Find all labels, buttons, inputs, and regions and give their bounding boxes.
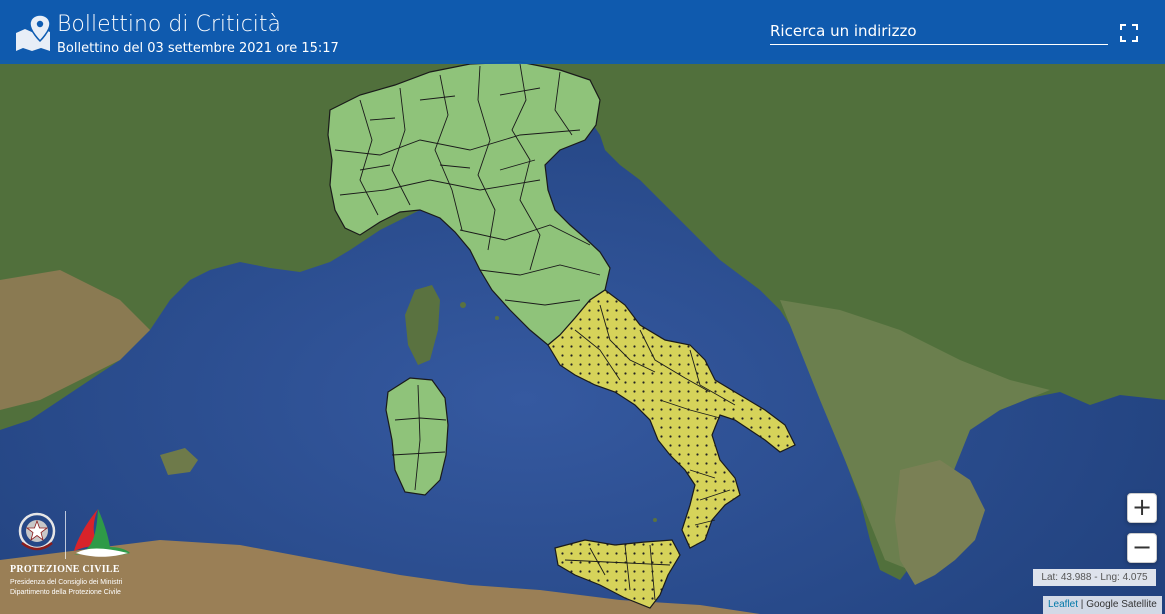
- coordinates-readout: Lat: 43.988 - Lng: 4.075: [1033, 569, 1156, 586]
- protezione-civile-mark-icon: [74, 509, 130, 557]
- page-title: Bollettino di Criticità: [57, 12, 282, 37]
- org-line-2: Dipartimento della Protezione Civile: [10, 589, 121, 596]
- logo-divider: [65, 511, 66, 559]
- org-name: PROTEZIONE CIVILE: [10, 564, 120, 575]
- attribution-separator: |: [1078, 599, 1087, 610]
- map-attribution: Leaflet | Google Satellite: [1043, 596, 1162, 614]
- island: [653, 518, 657, 522]
- zoom-in-button[interactable]: +: [1127, 493, 1157, 523]
- bulletin-date: Bollettino del 03 settembre 2021 ore 15:…: [57, 41, 339, 56]
- island: [495, 316, 499, 320]
- address-search-input[interactable]: [770, 18, 1108, 45]
- map-pin-icon: [16, 14, 51, 51]
- zoom-out-button[interactable]: −: [1127, 533, 1157, 563]
- satellite-map[interactable]: [0, 0, 1165, 614]
- island: [460, 302, 466, 308]
- map-canvas[interactable]: [0, 0, 1165, 614]
- app-header: Bollettino di Criticità Bollettino del 0…: [0, 0, 1165, 64]
- fullscreen-icon[interactable]: [1119, 23, 1139, 43]
- republic-emblem-icon: [18, 512, 56, 551]
- org-line-1: Presidenza del Consiglio dei Ministri: [10, 579, 123, 586]
- protezione-civile-logo: PROTEZIONE CIVILE Presidenza del Consigl…: [6, 507, 132, 607]
- leaflet-link[interactable]: Leaflet: [1048, 599, 1078, 610]
- attribution-text: Google Satellite: [1086, 599, 1157, 610]
